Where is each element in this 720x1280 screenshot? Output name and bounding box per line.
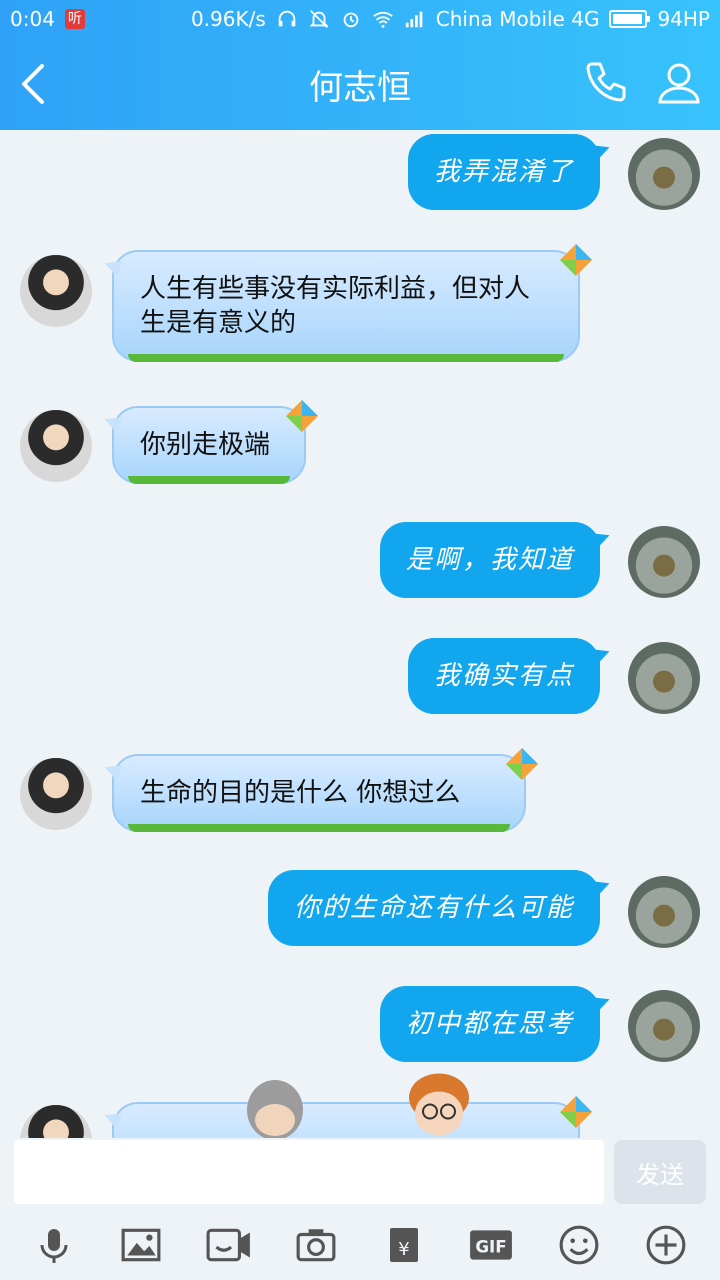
wifi-icon (372, 11, 393, 28)
chat-history[interactable]: 我弄混淆了 人生有些事没有实际利益，但对人生是有意义的 你别走极端 是啊，我知道… (0, 130, 720, 1138)
message-self[interactable]: 你的生命还有什么可能 (267, 870, 600, 946)
avatar-other[interactable] (20, 410, 92, 482)
mute-bell-icon (309, 10, 329, 28)
message-self[interactable]: 我弄混淆了 (407, 134, 600, 210)
avatar-self[interactable] (628, 138, 700, 210)
message-self[interactable]: 是啊，我知道 (379, 522, 600, 598)
message-self[interactable]: 我确实有点 (407, 638, 600, 714)
camera-icon[interactable] (293, 1222, 339, 1268)
battery-fill (613, 14, 642, 24)
grass-decoration (128, 476, 290, 484)
message-text: 你别走极端 (140, 430, 271, 460)
avatar-self[interactable] (628, 876, 700, 948)
red-packet-icon[interactable]: ¥ (381, 1222, 427, 1268)
status-badge: 听 (64, 9, 85, 29)
message-other-partial[interactable] (112, 1096, 592, 1138)
carrier-label: China Mobile 4G (435, 7, 600, 31)
message-text: 人生有些事没有实际利益，但对人生是有意义的 (140, 274, 531, 338)
toolbar: ¥ GIF (0, 1210, 720, 1280)
microphone-icon[interactable] (31, 1222, 77, 1268)
plus-icon[interactable] (643, 1222, 689, 1268)
avatar-other[interactable] (20, 1105, 92, 1138)
message-text: 生命的目的是什么 你想过么 (140, 778, 461, 808)
phone-icon[interactable] (580, 58, 630, 108)
kite-icon (560, 244, 592, 276)
avatar-self[interactable] (628, 990, 700, 1062)
cartoon-character-gray-icon (247, 1080, 303, 1138)
kite-icon (560, 1096, 592, 1128)
emoji-icon[interactable] (556, 1222, 602, 1268)
grass-decoration (128, 354, 564, 362)
message-other[interactable]: 人生有些事没有实际利益，但对人生是有意义的 (112, 244, 592, 362)
avatar-self[interactable] (628, 526, 700, 598)
network-speed: 0.96K/s (190, 7, 266, 31)
message-other[interactable]: 生命的目的是什么 你想过么 (112, 748, 538, 832)
headphones-icon (278, 10, 296, 27)
alarm-icon (343, 12, 359, 28)
image-icon[interactable] (118, 1222, 164, 1268)
nav-bar: 何志恒 (0, 38, 720, 130)
avatar-self[interactable] (628, 642, 700, 714)
kite-icon (506, 748, 538, 780)
cartoon-character-glasses-icon (409, 1073, 469, 1136)
send-button[interactable]: 发送 (614, 1140, 706, 1204)
header: 0:04 听 0.96K/s China Mobile 4G 94HP 何志恒 (0, 0, 720, 130)
gif-icon[interactable]: GIF (468, 1222, 514, 1268)
status-time: 0:04 (10, 7, 55, 31)
avatar-other[interactable] (20, 255, 92, 327)
signal-icon (405, 11, 423, 28)
message-other[interactable]: 你别走极端 (112, 400, 318, 484)
gif-label: GIF (476, 1236, 507, 1256)
grass-decoration (128, 824, 510, 832)
avatar-other[interactable] (20, 758, 92, 830)
battery-label: 94HP (657, 7, 710, 31)
video-call-icon[interactable] (206, 1222, 252, 1268)
battery-icon (609, 10, 651, 28)
input-bar: 发送 (0, 1138, 720, 1210)
message-input[interactable] (14, 1140, 604, 1204)
message-self[interactable]: 初中都在思考 (379, 986, 600, 1062)
person-icon[interactable] (654, 58, 704, 108)
yuan-label: ¥ (398, 1239, 409, 1260)
kite-icon (286, 400, 318, 432)
status-bar: 0:04 听 0.96K/s China Mobile 4G 94HP (0, 0, 720, 38)
